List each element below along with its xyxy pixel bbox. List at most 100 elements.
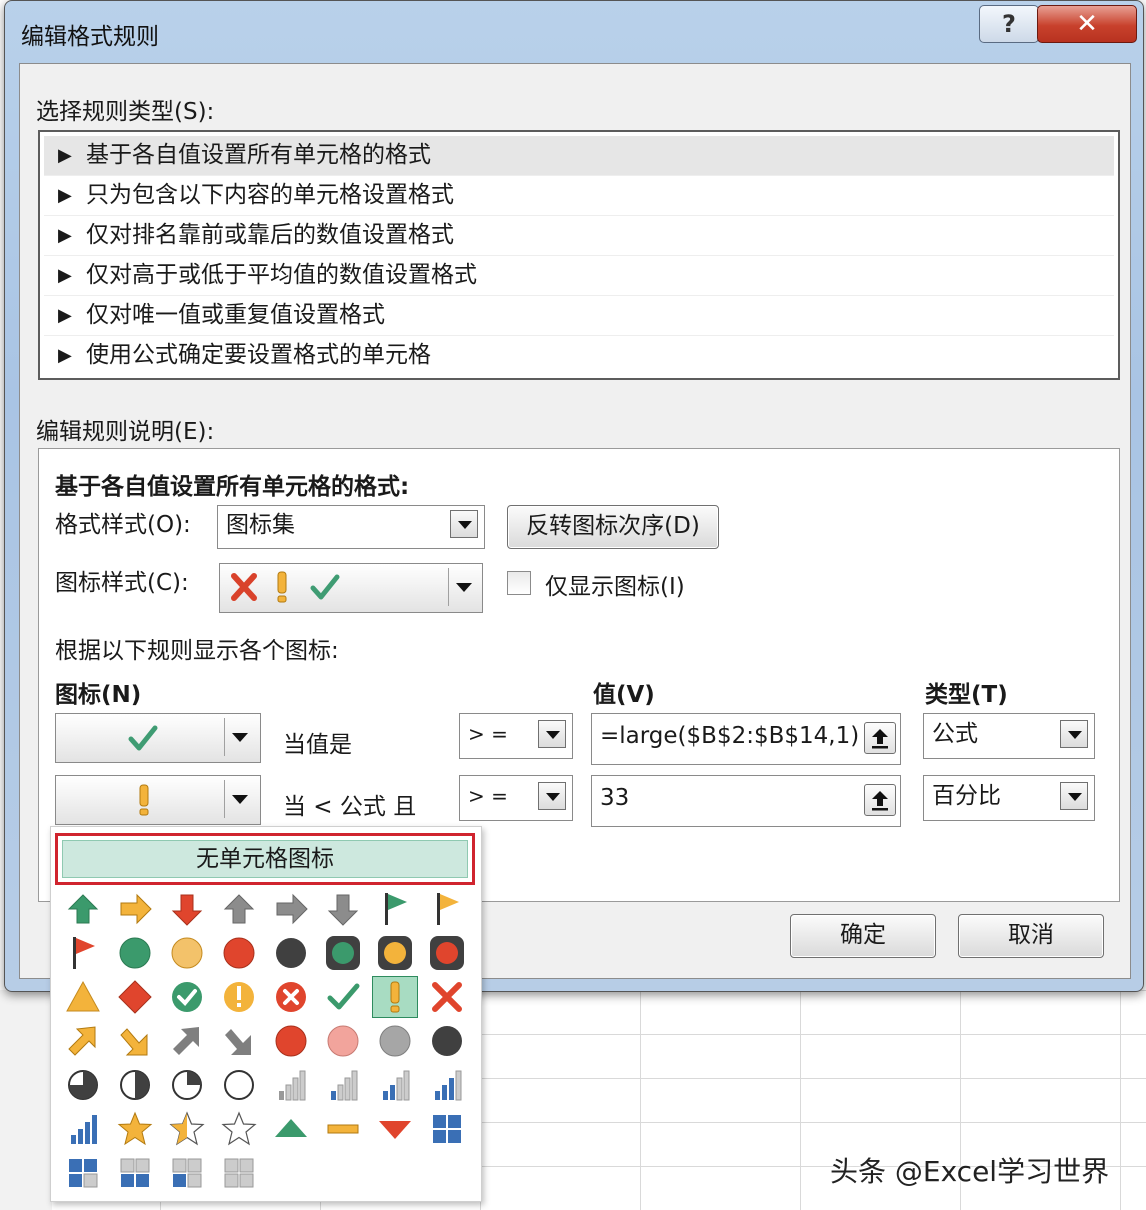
gray-up-arrow-icon[interactable]: [217, 889, 261, 929]
rule-row-1-icon-combo[interactable]: [55, 713, 261, 763]
chevron-down-icon[interactable]: [538, 720, 566, 748]
rule-row-2-operator-combo[interactable]: > =: [459, 775, 573, 821]
yellow-exclamation-circle-icon[interactable]: [217, 977, 261, 1017]
black-circle-icon[interactable]: [425, 1021, 469, 1061]
upload-arrow-icon: [872, 729, 888, 749]
rule-type-item[interactable]: ▶ 仅对排名靠前或靠后的数值设置格式: [44, 216, 1114, 256]
show-icon-only-label: 仅显示图标(I): [545, 574, 685, 600]
green-check-icon[interactable]: [321, 977, 365, 1017]
gray-up-right-arrow-icon[interactable]: [165, 1021, 209, 1061]
show-icon-only-checkbox[interactable]: [507, 571, 531, 595]
yellow-traffic-light-icon[interactable]: [373, 933, 417, 973]
yellow-exclamation-icon: [132, 783, 156, 821]
help-button[interactable]: ?: [979, 5, 1039, 43]
rule-type-item[interactable]: ▶ 基于各自值设置所有单元格的格式: [44, 136, 1114, 176]
red-flag-icon[interactable]: [61, 933, 105, 973]
signal-bars-3-icon[interactable]: [373, 1065, 417, 1105]
icon-style-label: 图标样式(C):: [55, 570, 189, 596]
rule-row-1-value-field[interactable]: =large($B$2:$B$14,1): [591, 713, 901, 765]
reverse-icon-order-button[interactable]: 反转图标次序(D): [507, 505, 719, 549]
cancel-button[interactable]: 取消: [958, 914, 1104, 958]
green-triangle-up-icon[interactable]: [269, 1109, 313, 1149]
yellow-dash-icon[interactable]: [321, 1109, 365, 1149]
chevron-down-icon[interactable]: [456, 583, 472, 592]
yellow-exclamation-icon: [270, 570, 294, 608]
yellow-up-right-arrow-icon[interactable]: [61, 1021, 105, 1061]
signal-bars-1-icon[interactable]: [269, 1065, 313, 1105]
signal-bars-2-icon[interactable]: [321, 1065, 365, 1105]
boxes-0-icon[interactable]: [217, 1153, 261, 1193]
yellow-circle-icon[interactable]: [165, 933, 209, 973]
boxes-3-icon[interactable]: [61, 1153, 105, 1193]
rule-row-1-operator-combo[interactable]: > =: [459, 713, 573, 759]
title-bar: 编辑格式规则 ? ✕: [5, 1, 1143, 63]
yellow-triangle-icon[interactable]: [61, 977, 105, 1017]
red-traffic-light-icon[interactable]: [425, 933, 469, 973]
chevron-down-icon[interactable]: [1060, 782, 1088, 810]
yellow-down-right-arrow-icon[interactable]: [113, 1021, 157, 1061]
yellow-right-arrow-icon[interactable]: [113, 889, 157, 929]
rule-row-2-icon-combo[interactable]: [55, 775, 261, 825]
red-circle-icon[interactable]: [269, 1021, 313, 1061]
signal-bars-full-icon[interactable]: [61, 1109, 105, 1149]
upload-arrow-icon: [872, 791, 888, 811]
half-pie-icon[interactable]: [113, 1065, 157, 1105]
rules-heading: 根据以下规则显示各个图标:: [55, 638, 339, 664]
black-circle-icon[interactable]: [269, 933, 313, 973]
select-rule-type-label: 选择规则类型(S):: [36, 99, 215, 125]
collapse-dialog-button[interactable]: [864, 784, 896, 816]
green-circle-icon[interactable]: [113, 933, 157, 973]
gray-down-arrow-icon[interactable]: [321, 889, 365, 929]
empty-star-icon[interactable]: [217, 1109, 261, 1149]
boxes-2-icon[interactable]: [113, 1153, 157, 1193]
green-check-circle-icon[interactable]: [165, 977, 209, 1017]
ok-button[interactable]: 确定: [790, 914, 936, 958]
yellow-flag-icon[interactable]: [425, 889, 469, 929]
icon-column-header: 图标(N): [55, 682, 142, 708]
green-flag-icon[interactable]: [373, 889, 417, 929]
chevron-down-icon[interactable]: [450, 510, 478, 538]
signal-bars-4-icon[interactable]: [425, 1065, 469, 1105]
red-diamond-icon[interactable]: [113, 977, 157, 1017]
empty-circle-icon[interactable]: [217, 1065, 261, 1105]
quarter-pie-icon[interactable]: [165, 1065, 209, 1105]
gold-star-icon[interactable]: [113, 1109, 157, 1149]
chevron-down-icon[interactable]: [232, 795, 248, 804]
rule-type-item[interactable]: ▶ 仅对高于或低于平均值的数值设置格式: [44, 256, 1114, 296]
chevron-down-icon[interactable]: [232, 733, 248, 742]
red-circle-icon[interactable]: [217, 933, 261, 973]
pink-circle-icon[interactable]: [321, 1021, 365, 1061]
rule-row-1-type-combo[interactable]: 公式: [923, 713, 1095, 759]
rule-row-2-type-combo[interactable]: 百分比: [923, 775, 1095, 821]
green-traffic-light-icon[interactable]: [321, 933, 365, 973]
red-x-circle-icon[interactable]: [269, 977, 313, 1017]
no-cell-icon-option[interactable]: 无单元格图标: [55, 833, 475, 885]
red-down-arrow-icon[interactable]: [165, 889, 209, 929]
chevron-down-icon[interactable]: [1060, 720, 1088, 748]
gray-down-right-arrow-icon[interactable]: [217, 1021, 261, 1061]
yellow-exclamation-icon[interactable]: [372, 976, 418, 1018]
green-up-arrow-icon[interactable]: [61, 889, 105, 929]
rule-type-item[interactable]: ▶ 只为包含以下内容的单元格设置格式: [44, 176, 1114, 216]
three-quarter-pie-icon[interactable]: [61, 1065, 105, 1105]
half-star-icon[interactable]: [165, 1109, 209, 1149]
format-style-combo[interactable]: 图标集: [217, 505, 485, 549]
row-header-strip: [0, 990, 52, 1210]
rule-row-2-value-field[interactable]: 33: [591, 775, 901, 827]
value-column-header: 值(V): [593, 682, 655, 708]
rule-type-item[interactable]: ▶ 使用公式确定要设置格式的单元格: [44, 336, 1114, 375]
expand-arrow-icon: ▶: [58, 265, 72, 286]
collapse-dialog-button[interactable]: [864, 722, 896, 754]
gray-right-arrow-icon[interactable]: [269, 889, 313, 929]
close-button[interactable]: ✕: [1037, 5, 1137, 43]
red-x-icon[interactable]: [425, 977, 469, 1017]
chevron-down-icon[interactable]: [538, 782, 566, 810]
icon-style-combo[interactable]: [219, 563, 483, 613]
rule-type-list[interactable]: ▶ 基于各自值设置所有单元格的格式 ▶ 只为包含以下内容的单元格设置格式 ▶ 仅对排名…: [38, 130, 1120, 380]
boxes-4-icon[interactable]: [425, 1109, 469, 1149]
red-triangle-down-icon[interactable]: [373, 1109, 417, 1149]
gray-circle-icon[interactable]: [373, 1021, 417, 1061]
icon-dropdown-panel: 无单元格图标: [50, 826, 482, 1202]
rule-type-item[interactable]: ▶ 仅对唯一值或重复值设置格式: [44, 296, 1114, 336]
boxes-1-icon[interactable]: [165, 1153, 209, 1193]
